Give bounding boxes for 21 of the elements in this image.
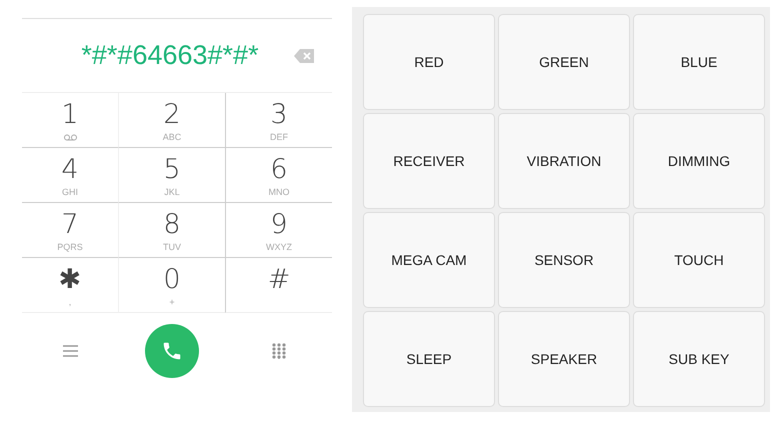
dialed-number: *#*#64663#*#* xyxy=(81,40,259,71)
test-button[interactable]: SUB KEY xyxy=(633,311,765,407)
test-button[interactable]: GREEN xyxy=(498,14,630,110)
dial-key[interactable]: 2 ABC xyxy=(118,93,225,148)
test-button[interactable]: RECEIVER xyxy=(363,113,495,209)
test-button[interactable]: VIBRATION xyxy=(498,113,630,209)
test-button[interactable]: SENSOR xyxy=(498,212,630,308)
dial-key[interactable]: 0 + xyxy=(118,258,225,313)
dial-key[interactable]: 6 MNO xyxy=(225,148,332,203)
dial-key[interactable]: # xyxy=(225,258,332,313)
test-button[interactable]: BLUE xyxy=(633,14,765,110)
dial-key[interactable]: 3 DEF xyxy=(225,93,332,148)
dial-key[interactable]: 8 TUV xyxy=(118,203,225,258)
dial-key[interactable]: 5 JKL xyxy=(118,148,225,203)
test-button[interactable]: TOUCH xyxy=(633,212,765,308)
test-button[interactable]: DIMMING xyxy=(633,113,765,209)
test-button[interactable]: SPEAKER xyxy=(498,311,630,407)
test-button[interactable]: SLEEP xyxy=(363,311,495,407)
test-button[interactable]: MEGA CAM xyxy=(363,212,495,308)
test-button[interactable]: RED xyxy=(363,14,495,110)
dial-key[interactable]: 9 WXYZ xyxy=(225,203,332,258)
